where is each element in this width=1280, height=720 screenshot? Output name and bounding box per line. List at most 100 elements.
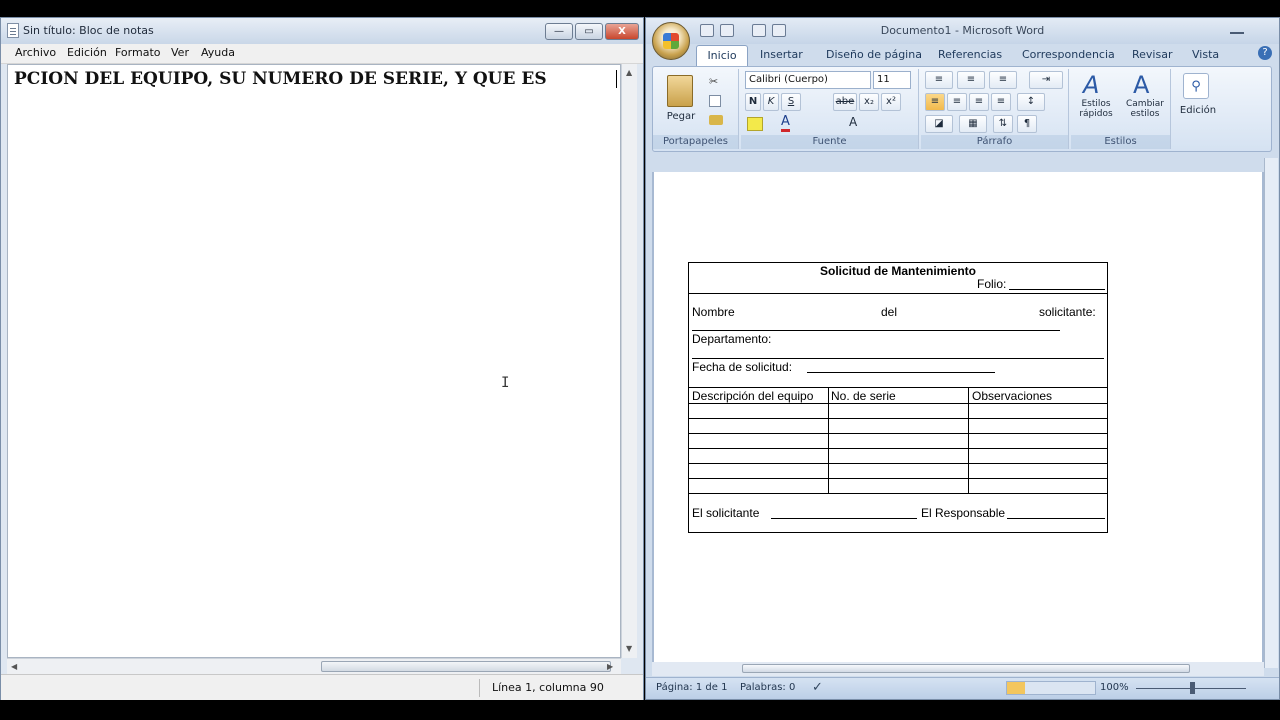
menu-ayuda[interactable]: Ayuda (201, 46, 235, 59)
tab-insertar[interactable]: Insertar (760, 48, 803, 61)
show-marks-icon[interactable]: ¶ (1017, 115, 1037, 133)
find-icon[interactable]: ⚲ (1183, 73, 1209, 99)
borders-icon[interactable]: ▦ (959, 115, 987, 133)
proofing-icon[interactable]: ✓ (812, 680, 823, 695)
minimize-button[interactable]: — (545, 23, 573, 40)
cursor-position: Línea 1, columna 90 (479, 679, 629, 697)
table-row (689, 478, 1107, 479)
table-bottom-border (689, 493, 1107, 494)
paste-label[interactable]: Pegar (661, 111, 701, 122)
zoom-level[interactable]: 100% (1100, 682, 1129, 693)
notepad-title-bar[interactable]: Sin título: Bloc de notas — ▭ X (1, 18, 643, 44)
underline-button[interactable]: S (781, 93, 801, 111)
page-count[interactable]: Página: 1 de 1 (656, 682, 727, 693)
folio-line (1009, 289, 1105, 290)
horizontal-scroll-thumb[interactable] (321, 661, 611, 672)
sort-icon[interactable]: ⇅ (993, 115, 1013, 133)
fecha-line (807, 372, 995, 373)
departamento-line (692, 358, 1104, 359)
notepad-title: Sin título: Bloc de notas (23, 24, 154, 37)
italic-button[interactable]: K (763, 93, 779, 111)
tab-correspondencia[interactable]: Correspondencia (1022, 48, 1115, 61)
notepad-horizontal-scrollbar[interactable]: ◀ ▶ (7, 658, 621, 674)
responsable-signature-line (1007, 518, 1105, 519)
menu-edicion[interactable]: Edición (67, 46, 107, 59)
print-preview-icon[interactable] (772, 24, 786, 37)
fecha-label: Fecha de solicitud: (692, 360, 793, 374)
undo-icon[interactable] (720, 24, 734, 37)
cut-icon[interactable]: ✂ (709, 75, 718, 88)
zoom-slider-thumb[interactable] (1190, 682, 1195, 694)
save-icon[interactable] (700, 24, 714, 37)
word-minimize-icon[interactable] (1230, 32, 1244, 34)
bold-button[interactable]: N (745, 93, 761, 111)
indent-icon[interactable]: ⇥ (1029, 71, 1063, 89)
superscript-button[interactable]: x² (881, 93, 901, 111)
menu-archivo[interactable]: Archivo (15, 46, 56, 59)
numbering-icon[interactable]: ≡ (957, 71, 985, 89)
word-horizontal-scrollbar[interactable] (652, 662, 1264, 676)
menu-ver[interactable]: Ver (171, 46, 189, 59)
scroll-down-icon[interactable]: ▼ (626, 644, 632, 653)
view-buttons[interactable] (1006, 681, 1096, 695)
close-button[interactable]: X (605, 23, 639, 40)
group-styles: A Estilos rápidos A Cambiar estilos Esti… (1071, 69, 1171, 149)
tab-referencias[interactable]: Referencias (938, 48, 1002, 61)
align-right-icon[interactable]: ≡ (969, 93, 989, 111)
office-button[interactable] (652, 22, 690, 60)
format-painter-icon[interactable] (709, 115, 723, 125)
document-page[interactable]: M T M Solicitud de Mantenimiento Folio: … (654, 172, 1262, 662)
folio-label: Folio: (977, 277, 1007, 291)
strikethrough-button[interactable]: abe (833, 93, 857, 111)
table-row (689, 418, 1107, 419)
group-editing: ⚲ Edición (1173, 69, 1233, 149)
document-area: M T M Solicitud de Mantenimiento Folio: … (652, 172, 1264, 662)
paste-icon[interactable] (667, 75, 693, 107)
editing-label[interactable]: Edición (1173, 105, 1223, 116)
highlight-icon[interactable] (747, 117, 763, 131)
redo-icon[interactable] (752, 24, 766, 37)
tab-inicio[interactable]: Inicio (696, 45, 748, 67)
notepad-vertical-scrollbar[interactable]: ▲ ▼ (621, 64, 637, 658)
align-left-icon[interactable]: ≡ (925, 93, 945, 111)
word-title-bar[interactable]: Documento1 - Microsoft Word (646, 18, 1279, 44)
word-title: Documento1 - Microsoft Word (880, 24, 1045, 37)
align-center-icon[interactable]: ≡ (947, 93, 967, 111)
group-clipboard: Pegar ✂ Portapapeles (653, 69, 739, 149)
scroll-up-icon[interactable]: ▲ (626, 68, 632, 77)
font-color-icon[interactable]: A (781, 115, 790, 132)
scroll-left-icon[interactable]: ◀ (11, 662, 17, 671)
notepad-text-area[interactable]: PCION DEL EQUIPO, SU NUMERO DE SERIE, Y … (7, 64, 621, 658)
scroll-right-icon[interactable]: ▶ (607, 662, 613, 671)
word-horizontal-scroll-thumb[interactable] (742, 664, 1190, 673)
menu-formato[interactable]: Formato (115, 46, 161, 59)
justify-icon[interactable]: ≡ (991, 93, 1011, 111)
group-font: Calibri (Cuerpo) 11 N K S abe x₂ x² A A … (741, 69, 919, 149)
column-header-observaciones: Observaciones (972, 389, 1053, 403)
table-row (689, 403, 1107, 404)
line-spacing-icon[interactable]: ↕ (1017, 93, 1045, 111)
multilevel-list-icon[interactable]: ≡ (989, 71, 1017, 89)
font-name-combo[interactable]: Calibri (Cuerpo) (745, 71, 871, 89)
notepad-window: Sin título: Bloc de notas — ▭ X Archivo … (0, 17, 644, 700)
del-label: del (881, 305, 898, 319)
change-styles-icon[interactable]: A (1133, 71, 1149, 99)
subscript-button[interactable]: x₂ (859, 93, 879, 111)
quick-styles-label[interactable]: Estilos rápidos (1071, 99, 1121, 119)
change-styles-label[interactable]: Cambiar estilos (1121, 99, 1169, 119)
help-icon[interactable]: ? (1258, 46, 1272, 60)
font-size-combo[interactable]: 11 (873, 71, 911, 89)
table-top-border (689, 387, 1107, 388)
tab-vista[interactable]: Vista (1192, 48, 1219, 61)
quick-styles-icon[interactable]: A (1083, 71, 1099, 99)
tab-revisar[interactable]: Revisar (1132, 48, 1172, 61)
vertical-scrollbar[interactable] (1264, 158, 1278, 668)
shading-icon[interactable]: ◪ (925, 115, 953, 133)
el-solicitante-label: El solicitante (692, 506, 760, 520)
tab-diseno[interactable]: Diseño de página (826, 48, 922, 61)
bullets-icon[interactable]: ≡ (925, 71, 953, 89)
word-count[interactable]: Palabras: 0 (740, 682, 795, 693)
maximize-button[interactable]: ▭ (575, 23, 603, 40)
grow-font-icon[interactable]: A (849, 115, 857, 129)
copy-icon[interactable] (709, 95, 721, 107)
